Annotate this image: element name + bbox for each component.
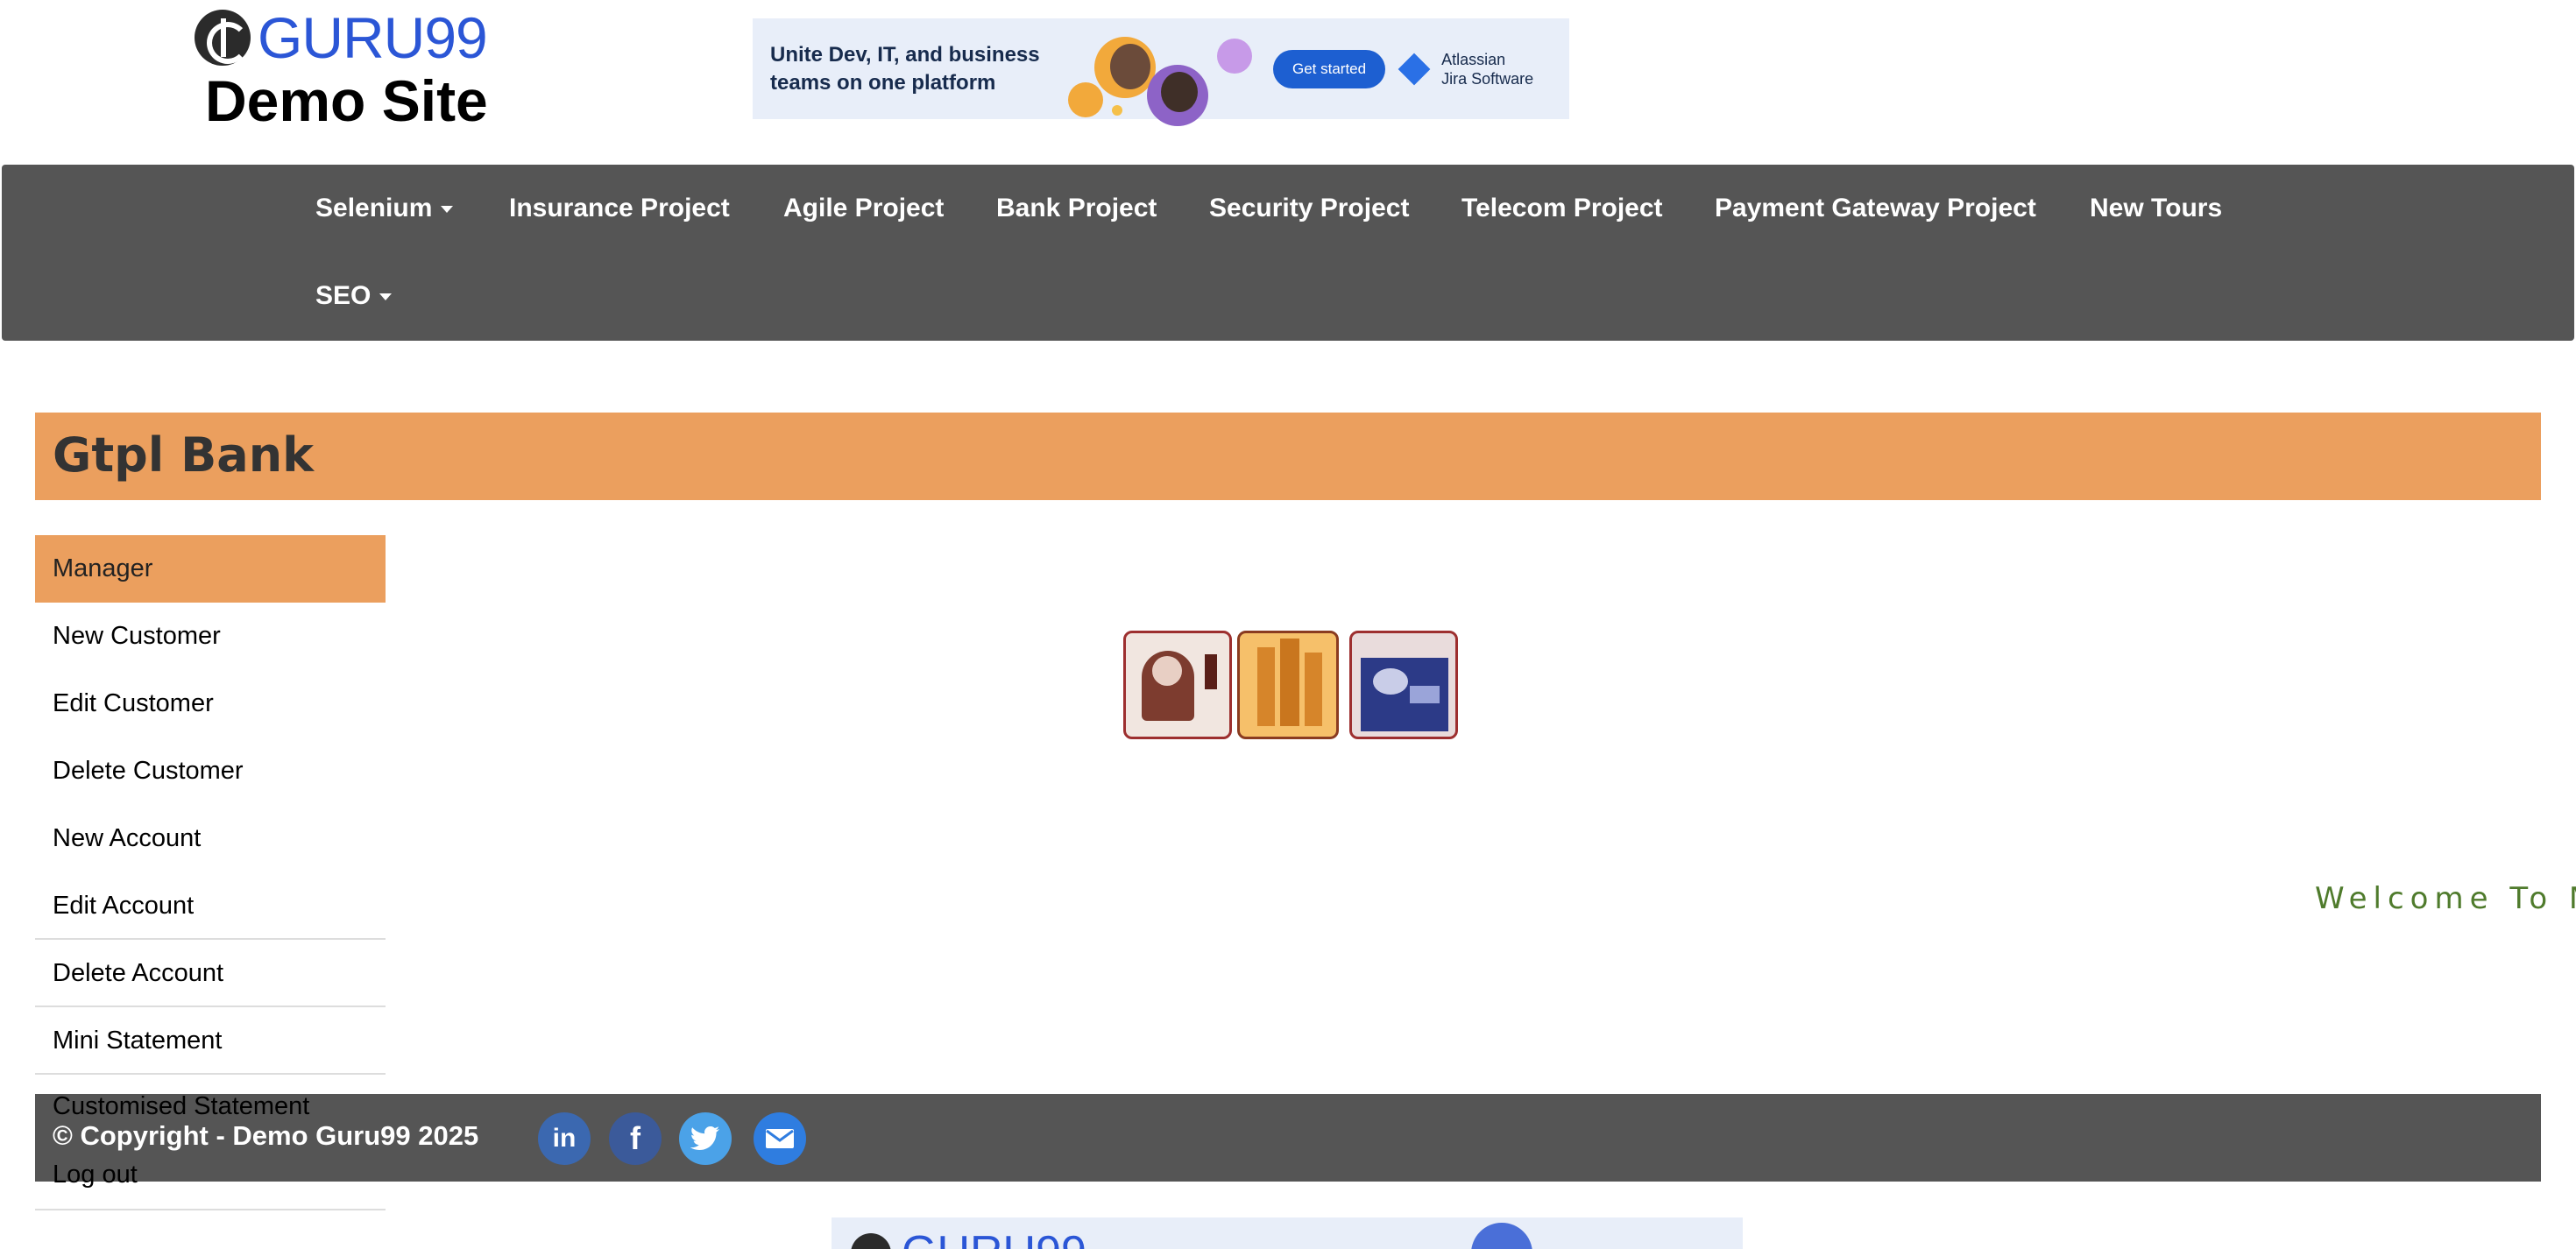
facebook-icon[interactable]: f — [609, 1112, 662, 1165]
nav-bank-project[interactable]: Bank Project — [996, 194, 1157, 223]
email-icon[interactable] — [754, 1112, 806, 1165]
main-navbar: Selenium Insurance Project Agile Project… — [2, 165, 2574, 341]
menu-mini-statement[interactable]: Mini Statement — [35, 1007, 386, 1075]
caret-down-icon — [379, 293, 393, 301]
ad-headline: Unite Dev, IT, and business teams on one… — [770, 42, 1040, 95]
bank-title: Gtpl Bank — [53, 427, 315, 483]
linkedin-icon[interactable]: in — [538, 1112, 591, 1165]
linkedin-glyph: in — [552, 1124, 577, 1153]
bottom-ad-illustration — [1471, 1223, 1532, 1249]
twitter-bird-icon — [690, 1126, 719, 1150]
logo-text: GURU99 — [258, 5, 488, 70]
caret-down-icon — [441, 206, 454, 214]
site-title: Demo Site — [205, 68, 488, 133]
twitter-icon[interactable] — [679, 1112, 732, 1165]
manager-menu: Manager New Customer Edit Customer Delet… — [35, 535, 386, 1075]
jira-logo-icon — [1398, 53, 1431, 85]
nav-new-tours[interactable]: New Tours — [2090, 194, 2222, 223]
bottom-ad-logo-text: GURU99 — [902, 1230, 1086, 1249]
footer: © Copyright - Demo Guru99 2025 in f — [35, 1094, 2541, 1182]
bottom-ad-banner[interactable]: GURU99 — [832, 1217, 1743, 1249]
image-frame-person — [1123, 631, 1232, 739]
image-frame-coins — [1237, 631, 1339, 739]
nav-selenium[interactable]: Selenium — [315, 194, 454, 223]
ad-banner[interactable]: Unite Dev, IT, and business teams on one… — [753, 18, 1569, 126]
bank-banner-image — [1123, 631, 1458, 739]
menu-edit-customer[interactable]: Edit Customer — [35, 670, 386, 737]
menu-delete-account[interactable]: Delete Account — [35, 940, 386, 1007]
menu-new-account[interactable]: New Account — [35, 805, 386, 872]
menu-new-customer[interactable]: New Customer — [35, 603, 386, 670]
nav-seo-label: SEO — [315, 281, 372, 310]
menu-customised-statement[interactable]: Customised Statement — [53, 1092, 309, 1121]
image-frame-worker — [1349, 631, 1458, 739]
nav-agile-project[interactable]: Agile Project — [783, 194, 944, 223]
guru99-logo-icon — [851, 1233, 891, 1249]
copyright-text: © Copyright - Demo Guru99 2025 — [53, 1120, 479, 1151]
menu-delete-customer[interactable]: Delete Customer — [35, 737, 386, 805]
menu-edit-account[interactable]: Edit Account — [35, 872, 386, 940]
ad-people-illustration — [1059, 21, 1261, 126]
ad-brand: Atlassian Jira Software — [1398, 50, 1534, 88]
guru99-logo-icon — [195, 10, 251, 66]
nav-payment-gateway-project[interactable]: Payment Gateway Project — [1715, 194, 2036, 223]
facebook-glyph: f — [630, 1120, 640, 1156]
bank-header: Gtpl Bank — [35, 413, 2541, 500]
ad-brand-line2: Jira Software — [1441, 69, 1534, 88]
nav-selenium-label: Selenium — [315, 194, 433, 222]
ad-get-started-button[interactable]: Get started — [1273, 49, 1386, 88]
nav-seo[interactable]: SEO — [315, 281, 393, 311]
envelope-icon — [766, 1129, 794, 1148]
menu-log-out[interactable]: Log out — [53, 1161, 138, 1189]
nav-security-project[interactable]: Security Project — [1209, 194, 1409, 223]
ad-brand-line1: Atlassian — [1441, 50, 1506, 68]
nav-telecom-project[interactable]: Telecom Project — [1461, 194, 1663, 223]
welcome-marquee: Welcome To M — [2315, 881, 2576, 916]
menu-manager[interactable]: Manager — [35, 535, 386, 603]
site-logo[interactable]: GURU99 Demo Site — [189, 7, 513, 130]
menu-divider — [35, 1209, 386, 1210]
nav-insurance-project[interactable]: Insurance Project — [509, 194, 730, 223]
